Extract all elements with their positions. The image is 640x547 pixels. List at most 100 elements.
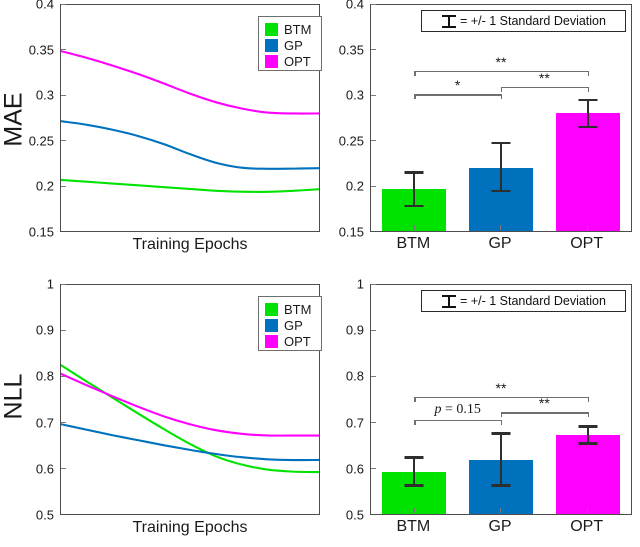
y-tick-mark (371, 375, 376, 378)
y-tick-mark (61, 375, 66, 378)
std-dev-note-text: = +/- 1 Standard Deviation (460, 14, 606, 28)
legend-label-gp: GP (284, 318, 303, 333)
y-tick-label: 0.25 (28, 133, 54, 149)
std-dev-note-nll: = +/- 1 Standard Deviation (421, 290, 626, 312)
significance-bracket-tick (501, 94, 503, 100)
line-series-gp (61, 120, 319, 170)
error-bar-opt (576, 425, 600, 445)
line-series-btm (61, 178, 319, 193)
legend-label-btm: BTM (284, 22, 312, 37)
bar-opt (555, 435, 620, 514)
legend-swatch-opt (265, 335, 278, 348)
y-tick-label: 0.2 (345, 178, 364, 194)
x-tick-label-btm: BTM (396, 235, 431, 252)
x-tick-mark (586, 508, 588, 513)
y-tick-mark (371, 140, 376, 142)
y-tick-mark (61, 185, 66, 188)
legend-item: GP (265, 38, 303, 53)
significance-bracket-tick (414, 420, 416, 426)
y-tick-label: 0.5 (345, 507, 364, 523)
error-bar-btm (402, 456, 426, 487)
significance-bracket-tick (414, 70, 416, 76)
significance-bracket (501, 412, 588, 414)
y-tick-label: 0.4 (345, 0, 364, 12)
significance-bracket-tick (587, 87, 589, 93)
significance-bracket (414, 94, 501, 96)
legend-item: BTM (265, 302, 311, 317)
legend-swatch-gp (265, 39, 278, 52)
y-tick-mark (371, 468, 376, 470)
y-tick-mark (371, 49, 376, 51)
error-bar-gp (489, 432, 513, 487)
y-tick-label: 0.3 (345, 87, 364, 103)
plot-area-mae-bars: ** * ** (370, 4, 632, 232)
significance-bracket-tick (587, 397, 589, 403)
y-tick-label: 0.7 (35, 415, 54, 431)
significance-bracket (414, 70, 588, 73)
x-tick-mark (500, 508, 502, 513)
y-tick-label: 0.4 (35, 0, 54, 12)
legend-mae-line: BTM GP OPT (258, 16, 322, 71)
x-tick-label-opt: OPT (570, 235, 604, 252)
line-series-btm (61, 364, 319, 474)
legend-swatch-gp (265, 319, 278, 332)
legend-swatch-opt (265, 55, 278, 68)
y-tick-label: 0.25 (338, 133, 364, 149)
legend-label-opt: OPT (284, 54, 311, 69)
x-tick-mark (500, 225, 502, 230)
y-tick-label: 0.2 (35, 178, 54, 194)
x-tick-mark (413, 508, 415, 513)
errorbar-icon (441, 14, 457, 28)
y-tick-mark (61, 49, 66, 51)
x-tick-label-opt: OPT (570, 518, 604, 535)
errorbar-icon (441, 294, 457, 308)
significance-label: p = 0.15 (434, 402, 481, 418)
legend-item: OPT (265, 334, 311, 349)
significance-bracket-tick (587, 70, 589, 76)
y-tick-label: 0.5 (35, 507, 54, 523)
std-dev-note-text: = +/- 1 Standard Deviation (460, 294, 606, 308)
y-tick-label: 0.7 (345, 415, 364, 431)
y-tick-label: 1 (46, 276, 54, 292)
error-bar-btm (402, 171, 426, 208)
y-tick-mark (61, 3, 66, 5)
significance-label: ** (538, 70, 550, 87)
line-series-gp (61, 423, 319, 462)
panel-nll-bars: ** p = 0.15 ** 0.5 0.6 0.7 0.8 0.9 1 BTM GP OPT =… (330, 277, 640, 547)
y-tick-mark (371, 329, 376, 331)
error-bar-opt (576, 99, 600, 128)
y-tick-label: 0.6 (35, 461, 54, 477)
line-series-opt (61, 372, 319, 437)
x-tick-label-gp: GP (488, 518, 512, 535)
y-tick-label: 0.15 (338, 224, 364, 240)
significance-bracket-tick (414, 94, 416, 100)
y-tick-mark (61, 140, 66, 142)
y-tick-mark (371, 185, 376, 188)
legend-item: OPT (265, 54, 311, 69)
panel-mae-bars: ** * ** 0.15 0.2 0.25 0.3 0.35 0.4 BTM GP OPT = +… (330, 0, 640, 270)
y-tick-label: 0.35 (338, 42, 364, 58)
y-tick-label: 0.6 (345, 461, 364, 477)
legend-item: GP (265, 318, 303, 333)
panel-mae-line: MAE 0.15 0.2 0.25 0.3 0.35 0.4 BTM GP OPT Tra… (0, 0, 330, 270)
significance-label: ** (495, 53, 507, 70)
error-bar-gp (489, 141, 513, 193)
legend-item: BTM (265, 22, 311, 37)
y-tick-mark (371, 94, 376, 96)
y-tick-mark (371, 3, 376, 5)
significance-bracket-tick (501, 412, 503, 418)
y-tick-label: 0.3 (35, 87, 54, 103)
legend-swatch-btm (265, 23, 278, 36)
x-tick-label-gp: GP (488, 235, 512, 252)
y-tick-label: 0.9 (35, 322, 54, 338)
y-tick-mark (61, 329, 66, 331)
axis-label-training-epochs: Training Epochs (132, 519, 248, 536)
y-tick-mark (61, 94, 66, 96)
y-tick-mark (61, 283, 66, 285)
legend-label-opt: OPT (284, 334, 311, 349)
y-tick-mark (371, 422, 376, 424)
y-tick-label: 1 (356, 276, 364, 292)
y-tick-label: 0.8 (345, 368, 364, 384)
plot-area-nll-bars: ** p = 0.15 ** (370, 284, 632, 515)
panel-nll-line: NLL 0.5 0.6 0.7 0.8 0.9 1 BTM GP OPT Training… (0, 277, 330, 547)
